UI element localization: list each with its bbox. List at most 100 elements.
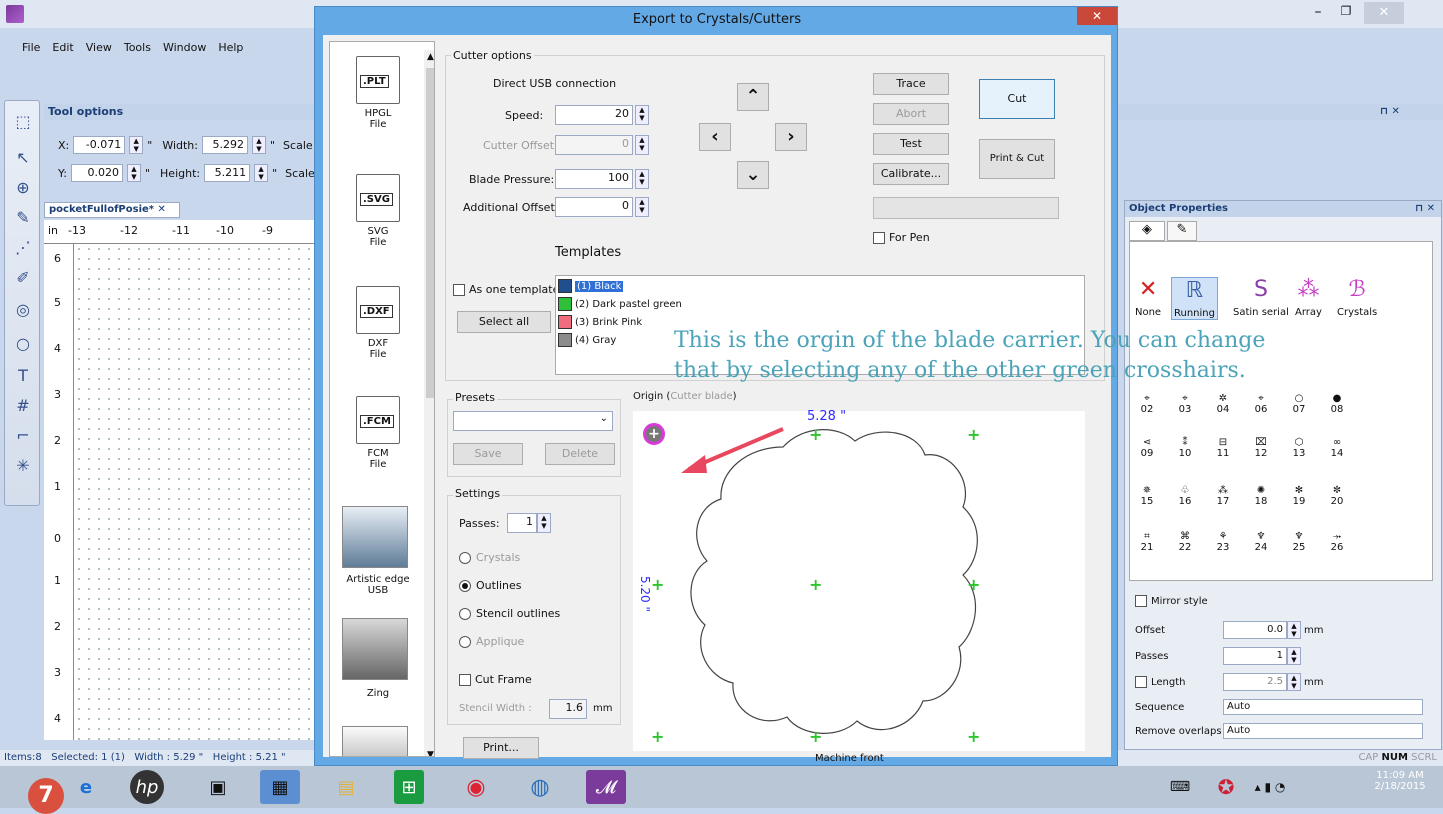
radio-applique[interactable]: Applique [459,635,524,648]
speed-spinner[interactable]: ▲ ▼ [635,105,649,125]
trace-button[interactable]: Trace [873,73,949,95]
cut-frame-row[interactable]: Cut Frame [459,673,532,686]
keyboard-icon[interactable]: ⌨ [1160,770,1200,804]
stitch-25[interactable]: ♆ 25 [1285,531,1313,553]
height-spinner[interactable]: ▲ ▼ [254,164,269,182]
y-spinner[interactable]: ▲ ▼ [126,164,141,182]
maximize-button[interactable]: ❐ [1334,4,1358,24]
abort-button[interactable]: Abort [873,103,949,125]
passes-spinner[interactable]: ▲ ▼ [537,513,551,533]
zoom-tool-icon[interactable]: ⊕ [11,175,35,199]
ellipse-tool-icon[interactable]: ○ [11,331,35,355]
dialog-close-button[interactable]: ✕ [1077,7,1117,25]
stitch-21[interactable]: ⌗ 21 [1133,531,1161,553]
menu-tools[interactable]: Tools [124,38,151,58]
radio-crystals[interactable]: Crystals [459,551,520,564]
stitch-11[interactable]: ⊟ 11 [1209,437,1237,459]
style-satin[interactable]: S Satin serial [1233,277,1289,318]
menu-view[interactable]: View [86,38,112,58]
system-clock[interactable]: 11:09 AM 2/18/2015 [1370,770,1430,792]
stitch-02[interactable]: ⌖ 02 [1133,393,1161,415]
cut-button[interactable]: Cut [979,79,1055,119]
remove-overlaps-select[interactable]: Auto [1223,723,1423,739]
style-none[interactable]: ✕ None [1135,277,1161,318]
move-right-button[interactable]: › [775,123,807,151]
text-tool-icon[interactable]: T [11,363,35,387]
shape-tool-icon[interactable]: ◎ [11,297,35,321]
control-panel-icon[interactable]: ▦ [260,770,300,804]
pin-icon[interactable]: ⊓ ✕ [1380,106,1400,117]
origin-crosshair-icon[interactable]: + [809,577,822,593]
passes-input[interactable]: 1 [507,513,537,533]
stitch-14[interactable]: ∞ 14 [1323,437,1351,459]
origin-crosshair-icon[interactable]: + [809,427,822,443]
offset-input[interactable]: 0.0 [1223,621,1287,639]
cutter-offset-input[interactable]: 0 [555,135,633,155]
cutter-device-icon[interactable] [342,726,408,756]
as-one-template-checkbox[interactable] [453,283,465,296]
stitch-15[interactable]: ✵ 15 [1133,485,1161,507]
stitch-08[interactable]: ● 08 [1323,393,1351,415]
design-canvas[interactable] [74,244,320,740]
stitch-13[interactable]: ⬡ 13 [1285,437,1313,459]
stitch-10[interactable]: ⁑ 10 [1171,437,1199,459]
format-dxf[interactable]: .DXF DXF File [338,286,418,360]
length-checkbox[interactable] [1135,676,1147,688]
passes-spinner[interactable]: ▲ ▼ [1287,647,1301,665]
for-pen-row[interactable]: For Pen [873,231,930,244]
calibrate-button[interactable]: Calibrate... [873,163,949,185]
origin-preview[interactable]: + + + + + + + + + 5.28 " 5.20 " [633,409,1085,751]
length-input[interactable]: 2.5 [1223,673,1287,691]
mirror-style-checkbox[interactable] [1135,595,1147,607]
embroidery-app-icon[interactable]: 𝓜 [586,770,626,804]
length-spinner[interactable]: ▲ ▼ [1287,673,1301,691]
select-all-button[interactable]: Select all [457,311,551,333]
width-input[interactable]: 5.292 [201,136,248,154]
move-down-button[interactable]: ⌄ [737,161,769,189]
stitch-12[interactable]: ⌧ 12 [1247,437,1275,459]
additional-offset-input[interactable]: 0 [555,197,633,217]
window-close-button[interactable]: ✕ [1364,2,1404,24]
effects-tool-icon[interactable]: ✳ [11,453,35,477]
format-fcm[interactable]: .FCM FCM File [338,396,418,470]
for-pen-checkbox[interactable] [873,231,885,244]
pen-tab-icon[interactable]: ✎ [1167,221,1197,241]
style-array[interactable]: ⁂ Array [1295,277,1322,318]
internet-explorer-icon[interactable]: e [66,770,106,804]
sequence-select[interactable]: Auto [1223,699,1423,715]
stitch-22[interactable]: ⌘ 22 [1171,531,1199,553]
template-item[interactable]: (3) Brink Pink [558,314,642,330]
as-one-template-row[interactable]: As one template [453,283,559,296]
thunderbird-icon[interactable]: ◍ [520,770,560,804]
print-button[interactable]: Print... [463,737,539,759]
stitch-24[interactable]: ♆ 24 [1247,531,1275,553]
file-explorer-icon[interactable]: ▤ [326,770,366,804]
ruler-tool-icon[interactable]: ✎ [11,205,35,229]
stitch-16[interactable]: ♧ 16 [1171,485,1199,507]
menu-window[interactable]: Window [163,38,206,58]
offset-spinner[interactable]: ▲ ▼ [1287,621,1301,639]
node-tool-icon[interactable]: ↖ [11,145,35,169]
panel-pin-icon[interactable]: ⊓ ✕ [1415,201,1435,217]
chrome-icon[interactable]: ◉ [456,770,496,804]
stitch-04[interactable]: ✲ 04 [1209,393,1237,415]
stitch-09[interactable]: ⋖ 09 [1133,437,1161,459]
fill-tab-icon[interactable]: ◈ [1129,221,1165,241]
radio-outlines[interactable]: Outlines [459,579,522,592]
template-item[interactable]: (1) Black [558,278,624,294]
format-list-scrollbar[interactable]: ▲ ▼ [424,50,434,756]
artistic-edge-device-icon[interactable] [342,506,408,568]
presets-select[interactable]: ⌄ [453,411,613,431]
mirror-style-row[interactable]: Mirror style [1135,595,1208,607]
stitch-23[interactable]: ⚘ 23 [1209,531,1237,553]
scroll-thumb[interactable] [426,68,434,398]
zing-device-icon[interactable] [342,618,408,680]
cut-frame-checkbox[interactable] [459,673,471,686]
move-up-button[interactable]: ⌃ [737,83,769,111]
cutter-offset-spinner[interactable]: ▲ ▼ [635,135,649,155]
passes-input[interactable]: 1 [1223,647,1287,665]
menu-edit[interactable]: Edit [52,38,73,58]
scroll-up-icon[interactable]: ▲ [427,52,434,62]
print-cut-button[interactable]: Print & Cut [979,139,1055,179]
stitch-06[interactable]: ⌖ 06 [1247,393,1275,415]
